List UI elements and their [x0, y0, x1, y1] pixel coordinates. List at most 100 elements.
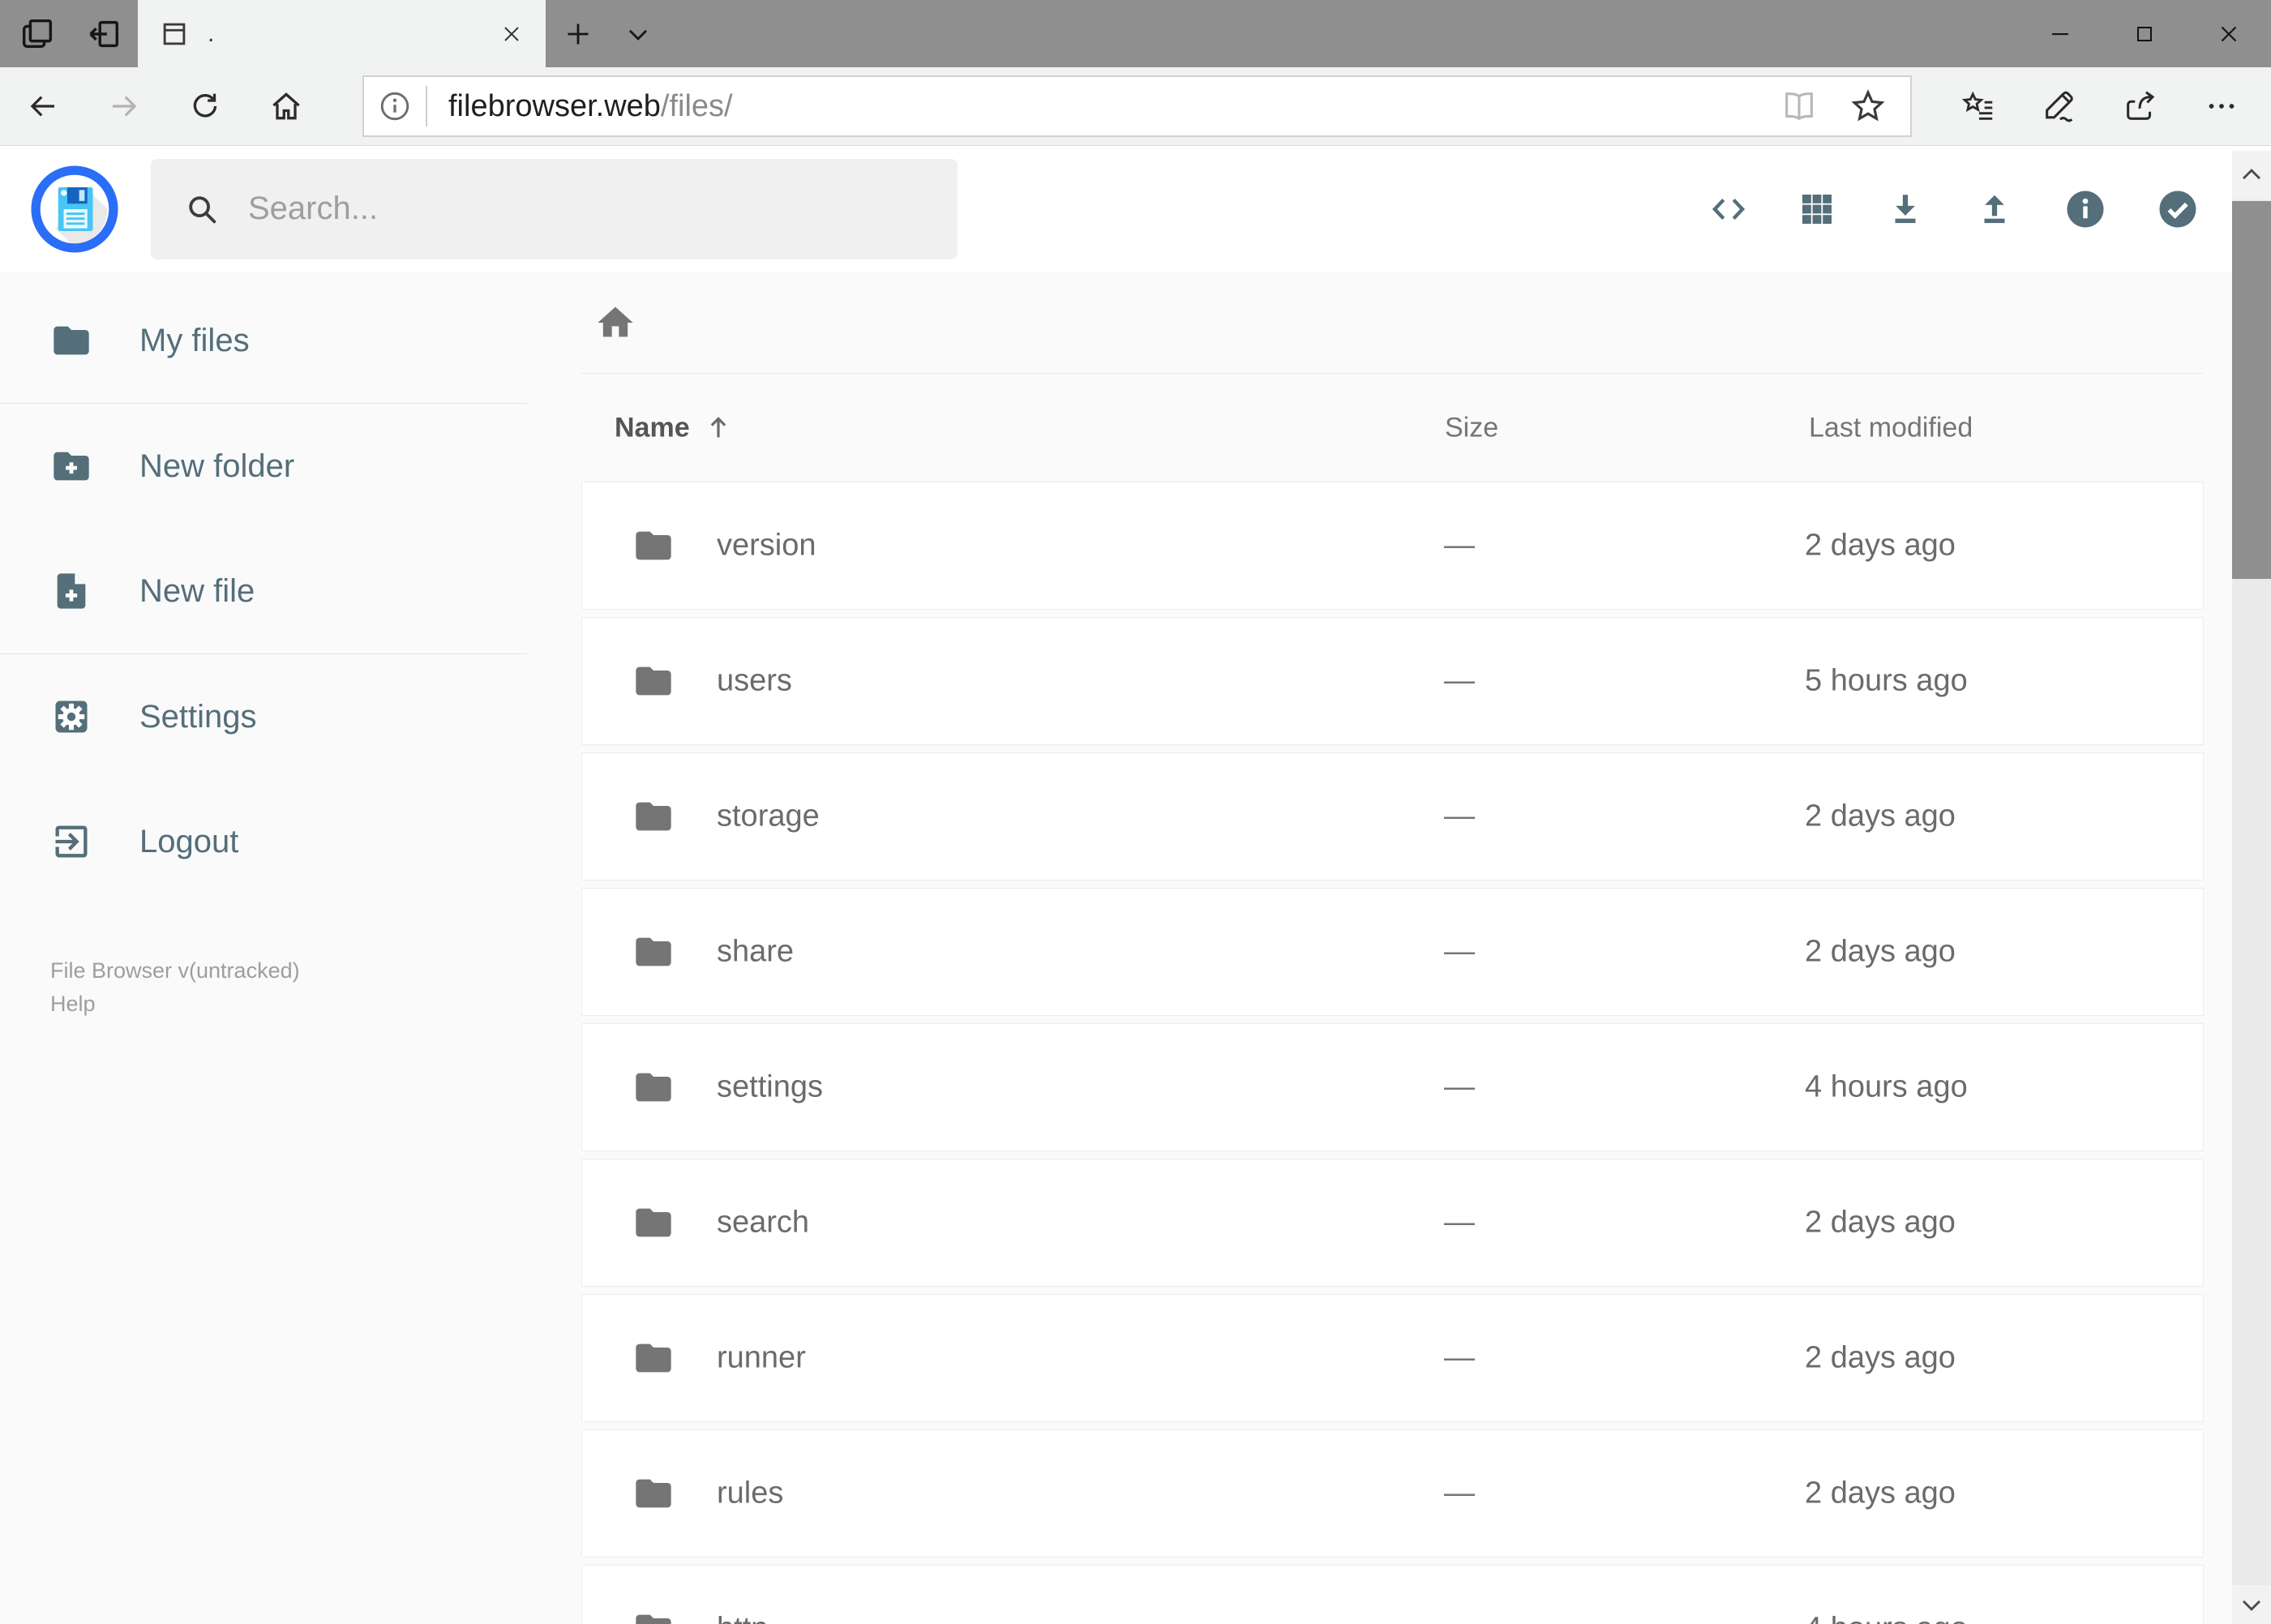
maximize-icon	[2132, 21, 2157, 47]
tab-bar: .	[0, 0, 2271, 67]
gear-icon	[50, 696, 92, 738]
file-name: http	[717, 1612, 768, 1624]
back-icon	[26, 89, 60, 123]
search-icon	[183, 191, 221, 228]
url-field[interactable]: filebrowser.web/files/	[362, 75, 1912, 137]
set-tabs-aside-button[interactable]	[83, 9, 125, 59]
minimize-button[interactable]	[2018, 0, 2102, 67]
maximize-button[interactable]	[2102, 0, 2187, 67]
file-rows: version — 2 days ago users — 5 hours ago…	[581, 482, 2204, 1624]
favorites-list-icon	[1960, 88, 1997, 125]
search-input[interactable]	[248, 191, 958, 227]
refresh-button[interactable]	[182, 82, 228, 131]
home-button[interactable]	[264, 82, 309, 131]
tab-close-button[interactable]	[499, 21, 525, 47]
home-breadcrumb-icon[interactable]	[594, 302, 636, 344]
help-link[interactable]: Help	[50, 988, 527, 1021]
folder-icon	[632, 660, 675, 702]
table-row-users[interactable]: users — 5 hours ago	[581, 617, 2204, 745]
select-multiple-button[interactable]	[2156, 187, 2200, 231]
info-button[interactable]	[2063, 187, 2107, 231]
site-info-icon[interactable]	[377, 88, 413, 124]
grid-view-button[interactable]	[1798, 190, 1836, 229]
new-tab-button[interactable]	[557, 9, 599, 59]
file-plus-icon	[50, 570, 92, 612]
reading-view-button[interactable]	[1780, 88, 1818, 125]
sidebar-item-label: Settings	[139, 698, 257, 735]
table-row-settings[interactable]: settings — 4 hours ago	[581, 1023, 2204, 1151]
folder-icon	[632, 931, 675, 973]
window-close-button[interactable]	[2187, 0, 2271, 67]
web-notes-button[interactable]	[2037, 82, 2082, 131]
forward-button[interactable]	[101, 82, 147, 131]
file-size: —	[1444, 1476, 1475, 1510]
page-scrollbar[interactable]	[2232, 151, 2271, 1624]
sidebar: My files New folder New file Settings Lo…	[0, 278, 527, 1020]
page-icon	[159, 19, 190, 49]
add-favorite-button[interactable]	[1849, 87, 1888, 126]
table-row-http[interactable]: http — 4 hours ago	[581, 1565, 2204, 1624]
table-row-search[interactable]: search — 2 days ago	[581, 1159, 2204, 1287]
scroll-down-button[interactable]	[2232, 1585, 2271, 1624]
share-button[interactable]	[2118, 82, 2163, 131]
sidebar-item-logout[interactable]: Logout	[0, 779, 527, 904]
filebrowser-logo[interactable]	[31, 165, 118, 253]
raw-view-button[interactable]	[1708, 189, 1749, 229]
scroll-up-button[interactable]	[2232, 151, 2271, 199]
file-name: runner	[717, 1340, 806, 1375]
column-header-modified[interactable]: Last modified	[1809, 412, 1973, 443]
close-icon	[499, 21, 525, 47]
sidebar-item-new-folder[interactable]: New folder	[0, 404, 527, 529]
browser-tab[interactable]: .	[138, 0, 546, 67]
tab-preview-button[interactable]	[16, 9, 58, 59]
table-row-share[interactable]: share — 2 days ago	[581, 888, 2204, 1016]
table-row-version[interactable]: version — 2 days ago	[581, 482, 2204, 610]
address-bar: filebrowser.web/files/	[0, 67, 2271, 146]
sidebar-item-label: My files	[139, 322, 250, 358]
folder-icon	[632, 1608, 675, 1624]
upload-button[interactable]	[1974, 189, 2015, 229]
ink-pen-icon	[2041, 88, 2078, 125]
file-modified: 2 days ago	[1805, 1340, 1956, 1375]
file-name: search	[717, 1205, 810, 1240]
settings-more-button[interactable]	[2199, 82, 2244, 131]
sidebar-item-new-file[interactable]: New file	[0, 529, 527, 653]
sort-ascending-icon	[703, 413, 734, 443]
folder-icon	[632, 795, 675, 838]
sidebar-footer: File Browser v(untracked) Help	[0, 954, 527, 1020]
url-separator	[426, 86, 427, 126]
folder-icon	[632, 1472, 675, 1515]
hub-favorites-button[interactable]	[1956, 82, 2001, 131]
file-modified: 2 days ago	[1805, 528, 1956, 563]
file-modified: 2 days ago	[1805, 799, 1956, 833]
table-row-runner[interactable]: runner — 2 days ago	[581, 1294, 2204, 1422]
file-modified: 5 hours ago	[1805, 663, 1968, 698]
download-button[interactable]	[1885, 189, 1926, 229]
url-text: filebrowser.web/files/	[448, 89, 733, 124]
column-header-name[interactable]: Name	[615, 412, 734, 443]
table-row-rules[interactable]: rules — 2 days ago	[581, 1429, 2204, 1558]
folder-icon	[632, 1202, 675, 1244]
table-row-storage[interactable]: storage — 2 days ago	[581, 752, 2204, 881]
tab-list-button[interactable]	[617, 9, 659, 59]
browser-window: . filebrowser.web/files/ Search... My fi…	[0, 0, 2271, 1624]
share-icon	[2122, 88, 2159, 125]
file-size: —	[1444, 1069, 1475, 1104]
sidebar-item-my-files[interactable]: My files	[0, 278, 527, 403]
search-box[interactable]	[151, 158, 958, 259]
refresh-icon	[188, 89, 222, 123]
sidebar-item-settings[interactable]: Settings	[0, 654, 527, 779]
back-button[interactable]	[20, 82, 66, 131]
folder-icon	[50, 319, 92, 362]
url-path: /files/	[660, 88, 733, 123]
set-tabs-aside-icon	[85, 15, 122, 53]
file-size: —	[1444, 799, 1475, 833]
folder-icon	[632, 1066, 675, 1108]
scrollbar-thumb[interactable]	[2232, 201, 2271, 579]
check-circle-icon	[2156, 187, 2200, 231]
grid-icon	[1798, 190, 1836, 229]
column-header-size[interactable]: Size	[1445, 412, 1498, 443]
file-name: version	[717, 528, 816, 563]
file-size: —	[1444, 1340, 1475, 1375]
app-header	[0, 146, 2271, 272]
